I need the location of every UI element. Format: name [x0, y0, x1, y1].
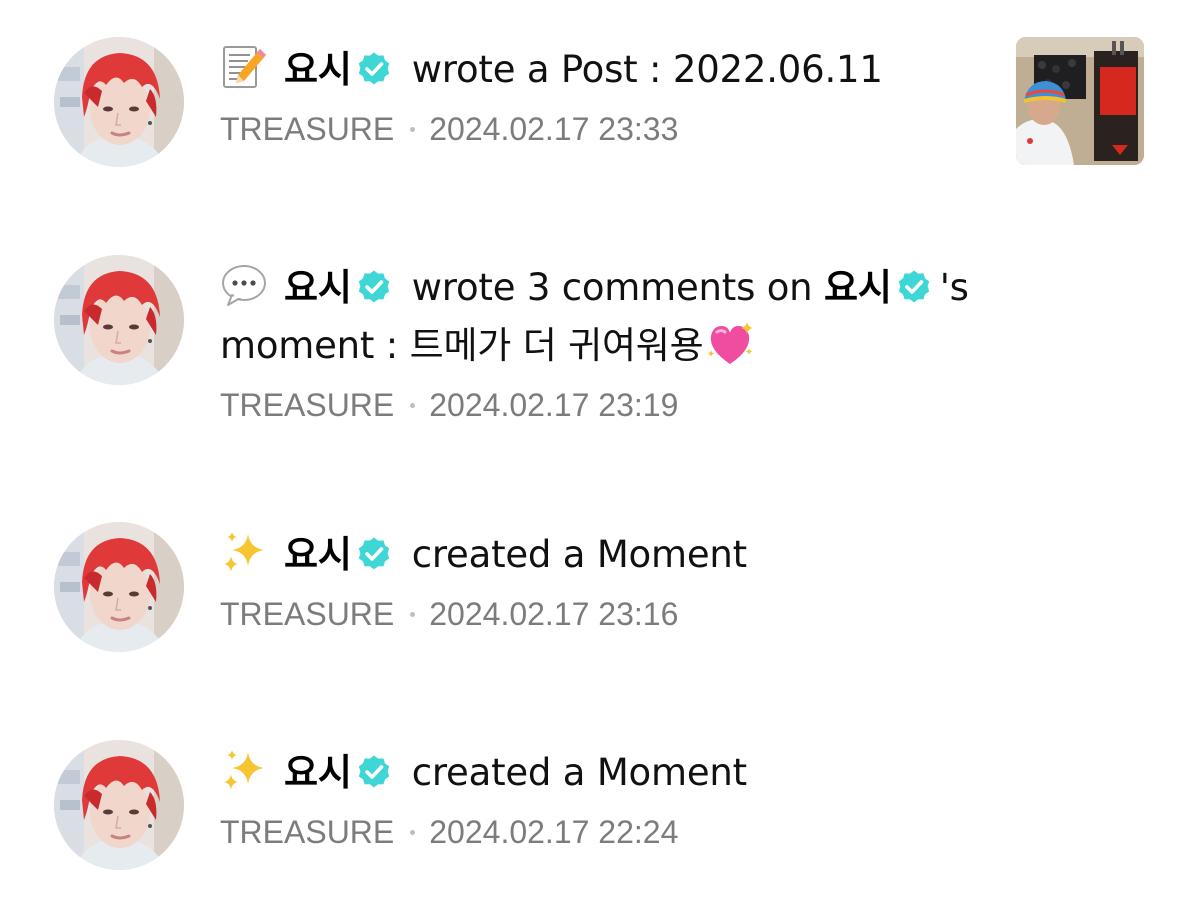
- activity-meta: TREASURE 2024.02.17 22:24: [220, 810, 1010, 854]
- post-thumbnail[interactable]: [1016, 37, 1144, 165]
- separator-dot: [410, 127, 416, 132]
- sparkles-icon: [220, 528, 268, 576]
- verified-icon: [356, 269, 392, 305]
- activity-text: created a Moment: [411, 533, 747, 576]
- feed-item[interactable]: 요시 created a Moment TREASURE 2024.02.17 23…: [0, 522, 1200, 662]
- timestamp: 2024.02.17 23:19: [429, 387, 679, 423]
- activity-meta: TREASURE 2024.02.17 23:19: [220, 383, 1160, 427]
- activity-line: 요시 wrote 3 comments on 요시 's: [220, 259, 1160, 317]
- username[interactable]: 요시: [284, 266, 352, 309]
- activity-meta: TREASURE 2024.02.17 23:16: [220, 592, 1010, 636]
- separator-dot: [410, 612, 416, 617]
- memo-icon: [220, 43, 268, 91]
- sparkles-icon: [220, 746, 268, 794]
- separator-dot: [410, 830, 416, 835]
- activity-text: wrote a Post : 2022.06.11: [411, 48, 883, 91]
- activity-text: wrote 3 comments on: [411, 266, 813, 309]
- avatar[interactable]: [54, 522, 184, 652]
- speech-bubble-icon: [220, 261, 268, 309]
- group-name: TREASURE: [220, 111, 395, 147]
- activity-line-continued: moment : 트메가 더 귀여워용: [220, 317, 1160, 375]
- activity-line: 요시 created a Moment: [220, 744, 1010, 802]
- username[interactable]: 요시: [284, 751, 352, 794]
- verified-icon: [356, 51, 392, 87]
- timestamp: 2024.02.17 23:33: [429, 111, 679, 147]
- target-username[interactable]: 요시: [824, 266, 892, 309]
- moment-caption[interactable]: moment : 트메가 더 귀여워용: [220, 324, 704, 367]
- timestamp: 2024.02.17 23:16: [429, 596, 679, 632]
- activity-line: 요시 created a Moment: [220, 526, 1010, 584]
- group-name: TREASURE: [220, 387, 395, 423]
- activity-text: created a Moment: [411, 751, 747, 794]
- verified-icon: [356, 754, 392, 790]
- verified-icon: [356, 536, 392, 572]
- activity-text-suffix: 's: [939, 266, 969, 309]
- feed-item[interactable]: 요시 wrote 3 comments on 요시 's moment : 트메가 …: [0, 255, 1200, 455]
- activity-feed: 요시 wrote a Post : 2022.06.11 TREASURE 2024…: [0, 0, 1200, 915]
- avatar[interactable]: [54, 37, 184, 167]
- avatar[interactable]: [54, 740, 184, 870]
- group-name: TREASURE: [220, 814, 395, 850]
- verified-icon: [896, 269, 932, 305]
- activity-line: 요시 wrote a Post : 2022.06.11: [220, 41, 1010, 99]
- sparkling-heart-icon: [705, 320, 755, 368]
- avatar[interactable]: [54, 255, 184, 385]
- separator-dot: [410, 403, 416, 408]
- timestamp: 2024.02.17 22:24: [429, 814, 679, 850]
- activity-meta: TREASURE 2024.02.17 23:33: [220, 107, 1010, 151]
- username[interactable]: 요시: [284, 48, 352, 91]
- feed-item[interactable]: 요시 wrote a Post : 2022.06.11 TREASURE 2024…: [0, 37, 1200, 177]
- group-name: TREASURE: [220, 596, 395, 632]
- username[interactable]: 요시: [284, 533, 352, 576]
- feed-item[interactable]: 요시 created a Moment TREASURE 2024.02.17 22…: [0, 740, 1200, 880]
